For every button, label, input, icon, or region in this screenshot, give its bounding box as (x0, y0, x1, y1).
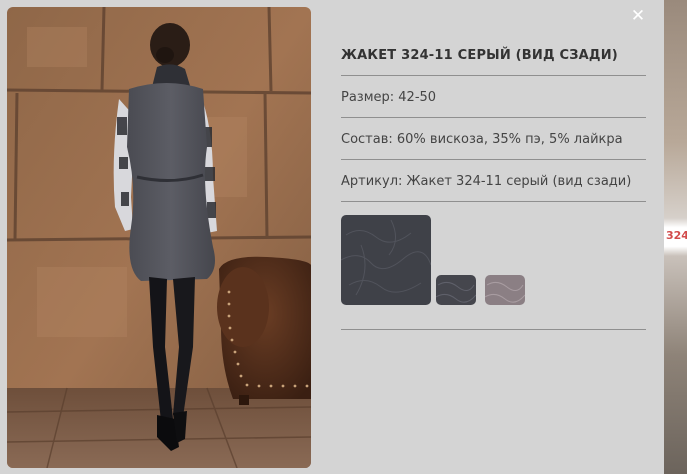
product-article: Артикул: Жакет 324-11 серый (вид сзади) (341, 160, 646, 202)
swatch-mauve[interactable] (485, 275, 525, 305)
close-icon[interactable]: ✕ (630, 7, 646, 25)
background-product-code: 324- (666, 229, 687, 242)
product-size: Размер: 42-50 (341, 76, 646, 118)
color-swatches (341, 202, 646, 330)
background-page-strip: 324- (664, 0, 687, 474)
product-info: ЖАКЕТ 324-11 СЕРЫЙ (ВИД СЗАДИ) Размер: 4… (341, 42, 646, 330)
product-modal: ✕ ЖАКЕТ 324-11 СЕРЫЙ (ВИД СЗАДИ) Размер:… (0, 0, 664, 474)
swatch-dark-gray[interactable] (436, 275, 476, 305)
swatch-large-gray[interactable] (341, 215, 431, 305)
product-composition: Состав: 60% вискоза, 35% пэ, 5% лайкра (341, 118, 646, 160)
product-photo (7, 7, 311, 468)
product-title: ЖАКЕТ 324-11 СЕРЫЙ (ВИД СЗАДИ) (341, 42, 646, 76)
